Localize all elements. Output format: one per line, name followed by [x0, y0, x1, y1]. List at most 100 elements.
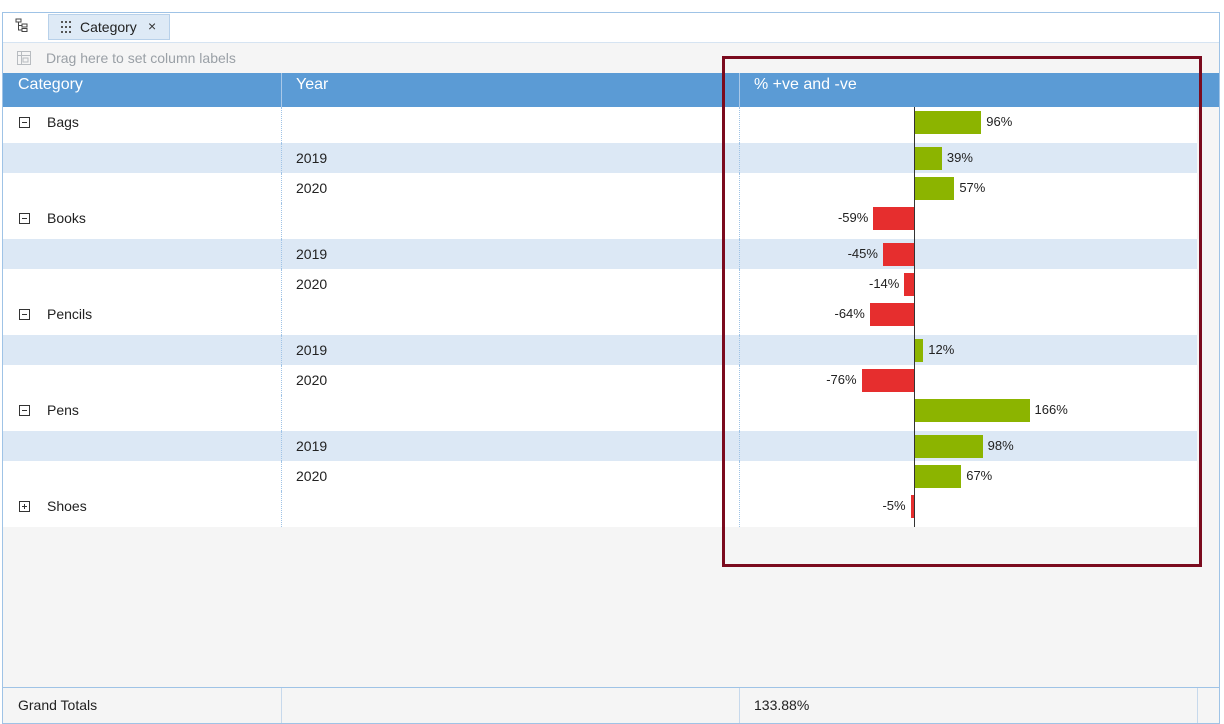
value-bar [915, 177, 955, 200]
year-label: 2019 [296, 150, 328, 166]
grand-totals-row: Grand Totals 133.88% [3, 687, 1219, 723]
detail-row[interactable]: 2020 67% [3, 461, 1197, 491]
year-cell [281, 107, 739, 143]
category-cell: Books [3, 203, 281, 239]
detail-row[interactable]: 2020 57% [3, 173, 1197, 203]
header-scroll-corner [1197, 73, 1219, 107]
value-bar [915, 339, 924, 362]
year-cell: 2019 [281, 335, 739, 365]
detail-row[interactable]: 2019 -45% [3, 239, 1197, 269]
bar-data-label: -64% [834, 306, 865, 321]
column-labels-droparea[interactable]: Drag here to set column labels [3, 43, 1219, 73]
bar-data-label: -5% [882, 498, 906, 513]
year-cell: 2020 [281, 461, 739, 491]
header-value[interactable]: % +ve and -ve [739, 73, 1197, 107]
year-label: 2019 [296, 342, 328, 358]
value-cell [739, 365, 1197, 395]
value-cell [739, 203, 1197, 239]
category-cell: Pencils [3, 299, 281, 335]
collapse-icon[interactable] [19, 309, 30, 320]
value-bar [869, 303, 914, 326]
grid-scroll-area [1197, 107, 1219, 687]
year-label: 2020 [296, 468, 328, 484]
year-label: 2020 [296, 276, 328, 292]
group-row[interactable]: Pencils -64% [3, 299, 1197, 335]
bar-data-label: 166% [1034, 402, 1068, 417]
detail-row[interactable]: 2019 39% [3, 143, 1197, 173]
bar-data-label: -59% [837, 210, 869, 225]
category-cell [3, 239, 281, 269]
collapse-icon[interactable] [19, 213, 30, 224]
year-cell [281, 491, 739, 527]
value-bar [915, 399, 1030, 422]
grouping-toolbar: Category × [3, 13, 1219, 43]
category-label: Pens [47, 402, 79, 418]
year-cell: 2019 [281, 143, 739, 173]
year-label: 2019 [296, 438, 328, 454]
year-cell: 2019 [281, 431, 739, 461]
category-cell [3, 431, 281, 461]
year-label: 2019 [296, 246, 328, 262]
column-header-row: Category Year % +ve and -ve [3, 73, 1197, 107]
category-cell: Pens [3, 395, 281, 431]
category-label: Pencils [47, 306, 93, 322]
bar-data-label: -76% [826, 372, 857, 387]
category-label: Shoes [47, 498, 87, 514]
value-bar [882, 243, 914, 266]
pivot-grid: Category × Drag here to set column label… [2, 12, 1220, 724]
value-bar [915, 465, 962, 488]
year-cell: 2020 [281, 173, 739, 203]
detail-row[interactable]: 2020 -14% [3, 269, 1197, 299]
tree-hierarchy-icon[interactable] [15, 18, 35, 38]
bar-data-label: 98% [987, 438, 1014, 453]
group-row[interactable]: Books -59% [3, 203, 1197, 239]
group-row[interactable]: Shoes -5% [3, 491, 1197, 527]
category-cell [3, 365, 281, 395]
expand-icon[interactable] [19, 501, 30, 512]
year-cell [281, 299, 739, 335]
grand-totals-label: Grand Totals [18, 697, 98, 713]
close-icon[interactable]: × [148, 18, 156, 34]
value-cell [739, 269, 1197, 299]
column-labels-icon [17, 51, 31, 65]
bar-data-label: 39% [946, 150, 973, 165]
detail-row[interactable]: 2019 12% [3, 335, 1197, 365]
value-cell [739, 491, 1197, 527]
category-label: Bags [47, 114, 79, 130]
droparea-placeholder: Drag here to set column labels [46, 50, 236, 66]
category-cell [3, 461, 281, 491]
year-label: 2020 [296, 180, 328, 196]
category-cell [3, 173, 281, 203]
value-bar [873, 207, 914, 230]
value-bar [904, 273, 914, 296]
collapse-icon[interactable] [19, 117, 30, 128]
collapse-icon[interactable] [19, 405, 30, 416]
year-cell: 2020 [281, 365, 739, 395]
year-cell [281, 395, 739, 431]
category-label: Books [47, 210, 86, 226]
grid-dots-icon[interactable] [61, 21, 71, 33]
totals-separator [1197, 688, 1198, 723]
bar-data-label: 96% [986, 114, 1013, 129]
value-bar [915, 435, 983, 458]
detail-row[interactable]: 2019 98% [3, 431, 1197, 461]
bar-zero-axis [914, 107, 915, 527]
group-row[interactable]: Bags 96% [3, 107, 1197, 143]
value-bar [915, 147, 942, 170]
detail-row[interactable]: 2020 -76% [3, 365, 1197, 395]
group-row[interactable]: Pens 166% [3, 395, 1197, 431]
year-cell [281, 203, 739, 239]
category-cell [3, 143, 281, 173]
value-cell [739, 299, 1197, 335]
category-group-chip[interactable]: Category × [48, 14, 170, 40]
totals-separator [281, 688, 282, 723]
value-cell [739, 335, 1197, 365]
bar-data-label: 67% [966, 468, 993, 483]
category-cell [3, 269, 281, 299]
year-cell: 2020 [281, 269, 739, 299]
value-bar [915, 111, 982, 134]
header-year[interactable]: Year [281, 73, 739, 107]
header-category[interactable]: Category [3, 73, 281, 107]
category-chip-label: Category [80, 19, 137, 35]
bar-data-label: 12% [928, 342, 955, 357]
